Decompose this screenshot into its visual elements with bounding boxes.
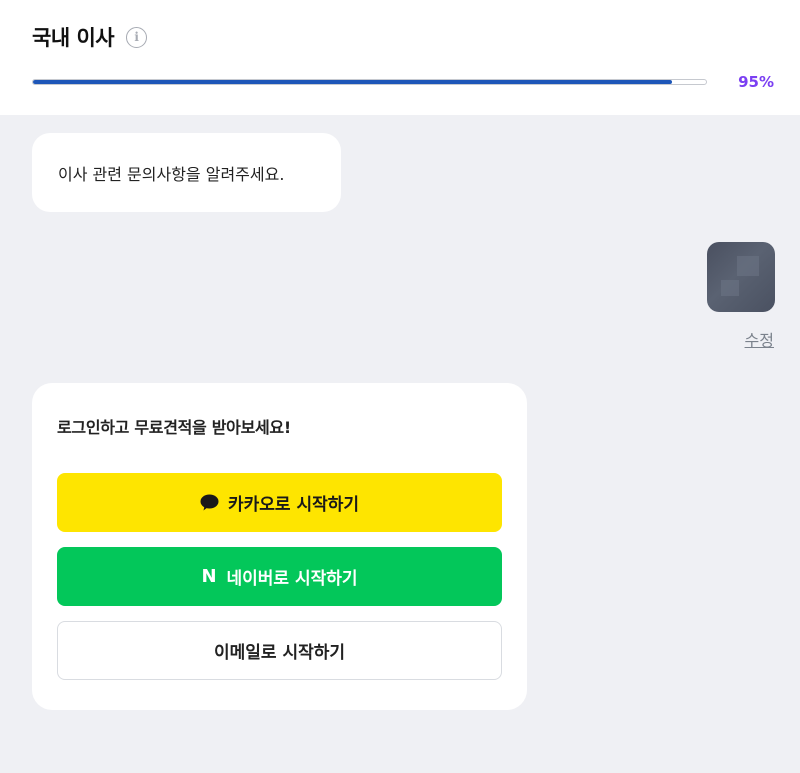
login-card-title: 로그인하고 무료견적을 받아보세요! — [57, 418, 291, 437]
naver-login-button[interactable]: N 네이버로 시작하기 — [57, 547, 502, 606]
title-row: 국내 이사 i — [32, 22, 148, 52]
naver-n-icon: N — [201, 565, 217, 587]
email-login-button[interactable]: 이메일로 시작하기 — [57, 621, 502, 680]
page-title: 국내 이사 — [32, 26, 115, 50]
speech-bubble-icon — [200, 494, 219, 511]
progress-fill — [33, 80, 673, 84]
kakao-login-button[interactable]: 카카오로 시작하기 — [57, 473, 502, 532]
top-header: 국내 이사 i 95% — [0, 0, 800, 115]
info-icon[interactable]: i — [126, 26, 148, 48]
progress-bar — [32, 79, 707, 85]
kakao-login-label: 카카오로 시작하기 — [227, 495, 360, 515]
email-login-label: 이메일로 시작하기 — [213, 643, 346, 663]
login-card: 로그인하고 무료견적을 받아보세요! 카카오로 시작하기 N 네이버로 시작하기… — [32, 383, 527, 710]
user-reply-image — [707, 242, 775, 312]
bot-message-text: 이사 관련 문의사항을 알려주세요. — [58, 164, 285, 184]
edit-link[interactable]: 수정 — [745, 327, 774, 351]
bot-message-bubble: 이사 관련 문의사항을 알려주세요. — [32, 133, 341, 212]
progress-percent: 95% — [738, 73, 774, 91]
naver-login-label: 네이버로 시작하기 — [226, 569, 358, 589]
